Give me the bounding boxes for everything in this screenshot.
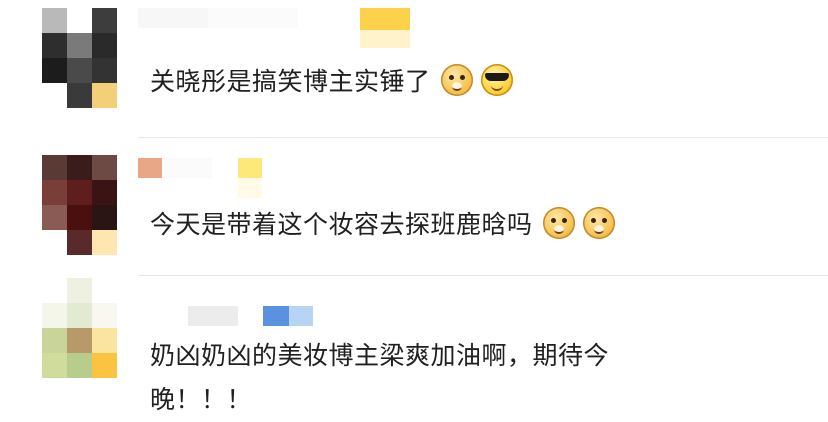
cool-sunglasses-icon: [480, 64, 513, 96]
avatar[interactable]: [42, 278, 117, 378]
username-blurred[interactable]: [138, 8, 418, 48]
comment-text-content: 今天是带着这个妆容去探班鹿晗吗: [150, 210, 533, 239]
doge-icon: [582, 207, 615, 239]
username-blurred[interactable]: [138, 158, 278, 198]
doge-icon: [440, 64, 473, 96]
comment-text-content: 关晓彤是搞笑博主实锤了: [150, 67, 431, 96]
divider: [138, 137, 828, 138]
avatar[interactable]: [42, 155, 117, 255]
comment-text-line: 晚！！！: [150, 385, 253, 414]
divider: [138, 275, 828, 276]
comment-text: 关晓彤是搞笑博主实锤了: [150, 60, 513, 104]
comment-text: 奶凶奶凶的美妆博主梁爽加油啊，期待今 晚！！！: [150, 334, 609, 422]
doge-icon: [542, 207, 575, 239]
comment-item: 奶凶奶凶的美妆博主梁爽加油啊，期待今 晚！！！: [0, 278, 828, 419]
comment-text-line: 奶凶奶凶的美妆博主梁爽加油啊，期待今: [150, 341, 610, 370]
comment-text: 今天是带着这个妆容去探班鹿晗吗: [150, 203, 615, 247]
comment-item: 关晓彤是搞笑博主实锤了: [0, 0, 828, 130]
avatar[interactable]: [42, 8, 117, 108]
comment-item: 今天是带着这个妆容去探班鹿晗吗: [0, 140, 828, 270]
